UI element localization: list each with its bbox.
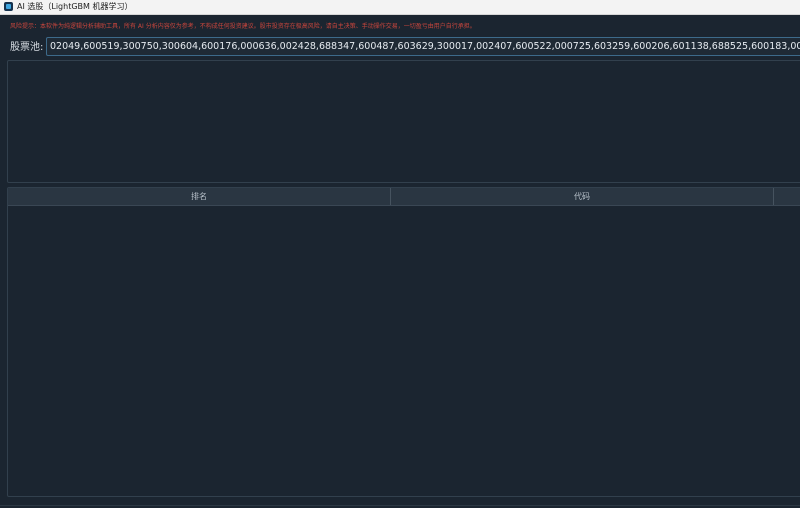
main-panel: 风险提示：本软件为纯逻辑分析辅助工具，所有 AI 分析内容仅为参考，不构成任何投… <box>0 15 800 508</box>
table-header: 排名 代码 <box>8 188 800 206</box>
results-table[interactable]: 排名 代码 <box>7 187 800 497</box>
stock-pool-input[interactable] <box>46 37 800 56</box>
output-log-panel[interactable] <box>7 60 800 183</box>
column-header-code[interactable]: 代码 <box>391 188 774 205</box>
column-header-next[interactable] <box>774 188 800 205</box>
bottom-divider <box>0 505 800 506</box>
risk-notice: 风险提示：本软件为纯逻辑分析辅助工具，所有 AI 分析内容仅为参考，不构成任何投… <box>10 23 476 30</box>
app-icon <box>4 2 13 11</box>
stock-pool-label: 股票池: <box>10 42 44 53</box>
window-title: AI 选股（LightGBM 机器学习） <box>17 2 133 11</box>
title-bar: AI 选股（LightGBM 机器学习） <box>0 0 800 15</box>
column-header-rank[interactable]: 排名 <box>8 188 391 205</box>
